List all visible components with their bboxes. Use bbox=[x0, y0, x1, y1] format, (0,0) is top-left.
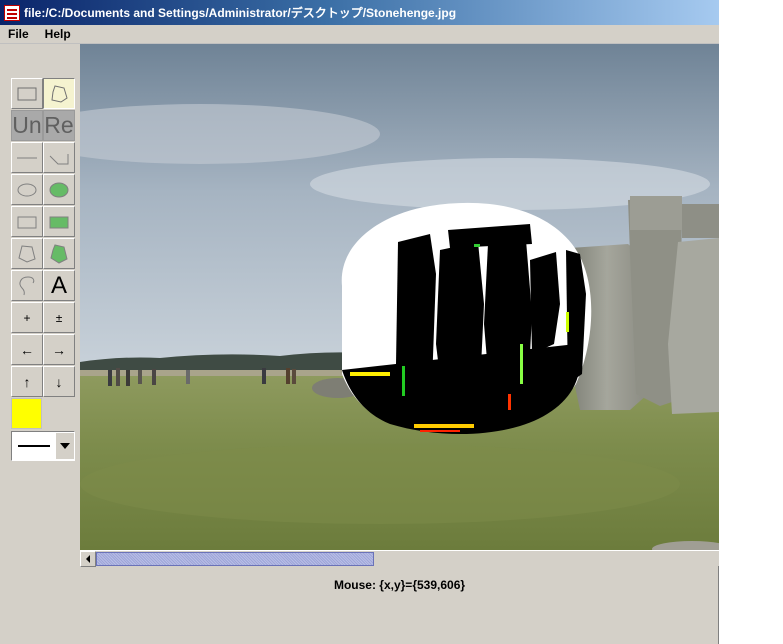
polygon-filled-icon bbox=[50, 243, 68, 264]
zoom-out-button[interactable]: ± bbox=[43, 302, 75, 333]
arrow-right-icon: → bbox=[52, 341, 66, 358]
tool-palette: Un Re A + ± ← → ↑ ↓ bbox=[5, 44, 80, 566]
arrow-left-icon: ← bbox=[20, 341, 34, 358]
freehand-tool-button[interactable] bbox=[11, 270, 43, 301]
rect-select-tool-button[interactable] bbox=[11, 78, 43, 109]
line-width-dropdown-button[interactable] bbox=[56, 433, 74, 459]
redo-button[interactable]: Re bbox=[43, 110, 75, 141]
rect-select-icon bbox=[17, 87, 37, 100]
move-up-button[interactable]: ↑ bbox=[11, 366, 43, 397]
menu-bar: File Help bbox=[0, 25, 719, 44]
status-bar: Mouse: {x,y}={539,606} bbox=[80, 570, 719, 600]
freehand-icon bbox=[19, 276, 35, 295]
filled-polygon-tool-button[interactable] bbox=[43, 238, 75, 269]
rectangle-outline-icon bbox=[17, 216, 37, 228]
current-color-swatch[interactable] bbox=[11, 398, 42, 429]
polygon-outline-icon bbox=[18, 244, 36, 263]
polyline-tool-button[interactable] bbox=[43, 142, 75, 173]
line-width-preview bbox=[18, 445, 50, 447]
polygon-tool-button[interactable] bbox=[11, 238, 43, 269]
move-right-button[interactable]: → bbox=[43, 334, 75, 365]
zoom-out-label: ± bbox=[55, 310, 63, 325]
line-icon bbox=[17, 157, 37, 158]
horizontal-scrollbar[interactable] bbox=[80, 550, 719, 567]
arrow-left-icon bbox=[86, 555, 90, 563]
stonehenge-photo bbox=[80, 44, 719, 550]
redo-label: Re bbox=[44, 112, 74, 138]
scrollbar-thumb[interactable] bbox=[96, 552, 374, 566]
image-canvas[interactable] bbox=[80, 44, 719, 550]
zoom-in-button[interactable]: + bbox=[11, 302, 43, 333]
ellipse-filled-icon bbox=[49, 182, 69, 197]
undo-button[interactable]: Un bbox=[11, 110, 43, 141]
polygon-select-tool-button[interactable] bbox=[43, 78, 75, 109]
move-down-button[interactable]: ↓ bbox=[43, 366, 75, 397]
menu-file[interactable]: File bbox=[6, 27, 31, 41]
java-app-icon[interactable] bbox=[4, 4, 20, 21]
title-bar[interactable]: file:/C:/Documents and Settings/Administ… bbox=[0, 0, 719, 25]
filled-rectangle-tool-button[interactable] bbox=[43, 206, 75, 237]
arrow-up-icon: ↑ bbox=[23, 373, 31, 390]
arrow-down-icon: ↓ bbox=[55, 373, 63, 390]
scroll-left-button[interactable] bbox=[80, 551, 96, 567]
ellipse-tool-button[interactable] bbox=[11, 174, 43, 205]
filled-ellipse-tool-button[interactable] bbox=[43, 174, 75, 205]
rectangle-filled-icon bbox=[49, 216, 69, 228]
line-tool-button[interactable] bbox=[11, 142, 43, 173]
mouse-coordinates: Mouse: {x,y}={539,606} bbox=[333, 578, 466, 592]
zoom-in-label: + bbox=[23, 310, 31, 325]
ellipse-outline-icon bbox=[17, 183, 37, 196]
freeform-select-icon bbox=[51, 84, 68, 103]
line-width-select[interactable] bbox=[11, 431, 75, 461]
rectangle-tool-button[interactable] bbox=[11, 206, 43, 237]
undo-label: Un bbox=[12, 112, 42, 138]
move-left-button[interactable]: ← bbox=[11, 334, 43, 365]
polyline-icon bbox=[49, 153, 69, 164]
text-tool-button[interactable]: A bbox=[43, 270, 75, 301]
text-tool-label: A bbox=[50, 271, 67, 299]
window-title: file:/C:/Documents and Settings/Administ… bbox=[24, 6, 457, 20]
chevron-down-icon bbox=[60, 443, 70, 449]
app-window: file:/C:/Documents and Settings/Administ… bbox=[0, 0, 719, 644]
menu-help[interactable]: Help bbox=[43, 27, 73, 41]
